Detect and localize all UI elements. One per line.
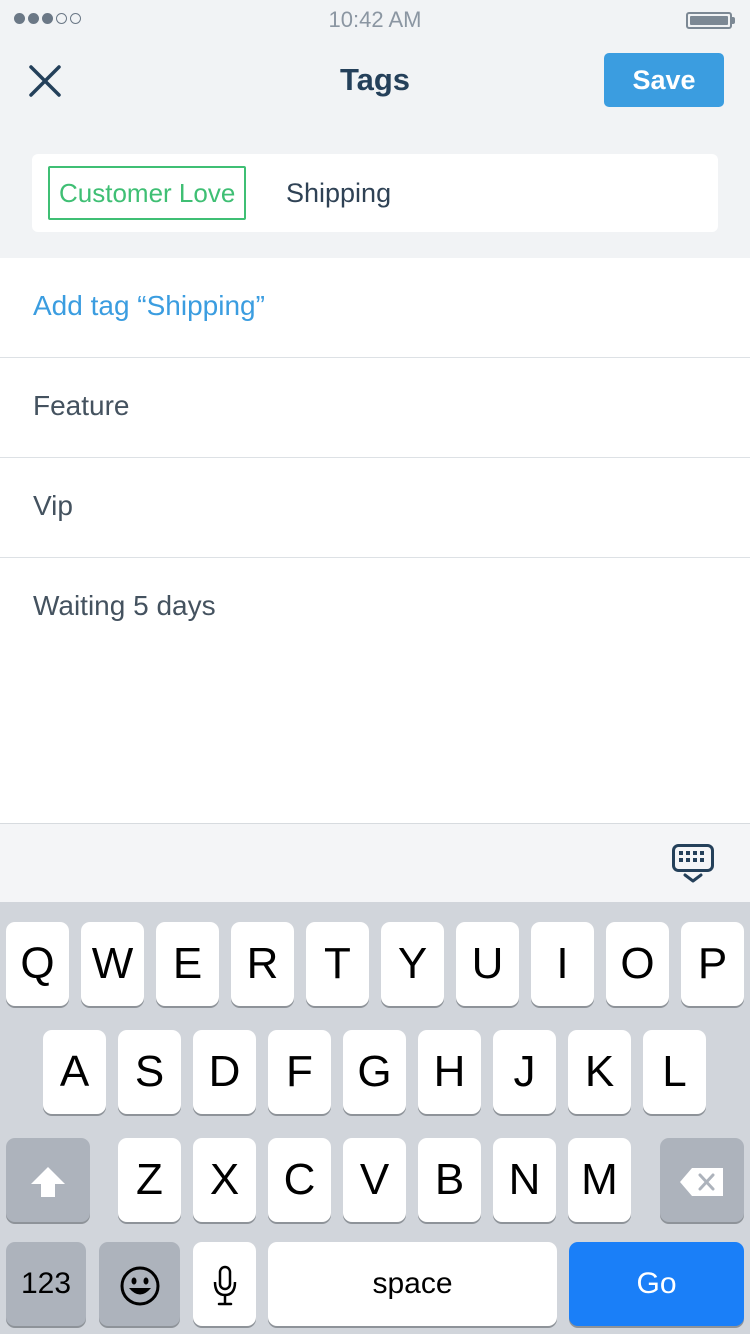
key-k[interactable]: K bbox=[568, 1030, 631, 1114]
emoji-key[interactable] bbox=[99, 1242, 180, 1326]
list-item[interactable]: Vip bbox=[0, 458, 750, 558]
key-x[interactable]: X bbox=[193, 1138, 256, 1222]
emoji-icon bbox=[120, 1266, 159, 1306]
microphone-icon bbox=[213, 1266, 236, 1306]
keyboard-accessory-bar bbox=[0, 823, 750, 902]
keyboard: Q W E R T Y U I O P A S D F G H J K L Z … bbox=[0, 902, 750, 1334]
tag-chip[interactable]: Customer Love bbox=[48, 166, 247, 220]
key-e[interactable]: E bbox=[156, 922, 219, 1006]
keyboard-dismiss-button[interactable] bbox=[672, 844, 714, 884]
key-s[interactable]: S bbox=[118, 1030, 181, 1114]
key-d[interactable]: D bbox=[193, 1030, 256, 1114]
status-time: 10:42 AM bbox=[328, 7, 422, 32]
key-q[interactable]: Q bbox=[6, 922, 69, 1006]
tag-text-input[interactable] bbox=[286, 166, 686, 220]
key-m[interactable]: M bbox=[568, 1138, 631, 1222]
list-item[interactable]: Waiting 5 days bbox=[0, 558, 750, 657]
battery-tip bbox=[732, 17, 735, 24]
key-o[interactable]: O bbox=[606, 922, 669, 1006]
key-n[interactable]: N bbox=[493, 1138, 556, 1222]
key-j[interactable]: J bbox=[493, 1030, 556, 1114]
numbers-key[interactable]: 123 bbox=[6, 1242, 86, 1326]
key-l[interactable]: L bbox=[643, 1030, 706, 1114]
backspace-key[interactable] bbox=[660, 1138, 744, 1222]
key-c[interactable]: C bbox=[268, 1138, 331, 1222]
key-a[interactable]: A bbox=[43, 1030, 106, 1114]
key-v[interactable]: V bbox=[343, 1138, 406, 1222]
key-u[interactable]: U bbox=[456, 922, 519, 1006]
key-z[interactable]: Z bbox=[118, 1138, 181, 1222]
key-w[interactable]: W bbox=[81, 922, 144, 1006]
shift-icon bbox=[31, 1167, 65, 1198]
key-b[interactable]: B bbox=[418, 1138, 481, 1222]
key-h[interactable]: H bbox=[418, 1030, 481, 1114]
dictation-key[interactable] bbox=[193, 1242, 256, 1326]
key-p[interactable]: P bbox=[681, 922, 744, 1006]
go-key[interactable]: Go bbox=[569, 1242, 744, 1326]
key-y[interactable]: Y bbox=[381, 922, 444, 1006]
space-key[interactable]: space bbox=[268, 1242, 557, 1326]
shift-key[interactable] bbox=[6, 1138, 90, 1222]
add-tag-option[interactable]: Add tag “Shipping” bbox=[0, 258, 750, 358]
key-t[interactable]: T bbox=[306, 922, 369, 1006]
save-button[interactable]: Save bbox=[604, 53, 724, 107]
key-f[interactable]: F bbox=[268, 1030, 331, 1114]
key-g[interactable]: G bbox=[343, 1030, 406, 1114]
tag-input-field[interactable]: Customer Love bbox=[32, 154, 718, 232]
battery-icon bbox=[686, 12, 732, 29]
key-i[interactable]: I bbox=[531, 922, 594, 1006]
list-item[interactable]: Feature bbox=[0, 358, 750, 458]
tag-suggestion-list: Add tag “Shipping” Feature Vip Waiting 5… bbox=[0, 258, 750, 823]
backspace-icon bbox=[680, 1168, 723, 1197]
status-bar: 10:42 AM bbox=[0, 0, 750, 40]
keyboard-dismiss-icon bbox=[672, 844, 714, 883]
key-r[interactable]: R bbox=[231, 922, 294, 1006]
